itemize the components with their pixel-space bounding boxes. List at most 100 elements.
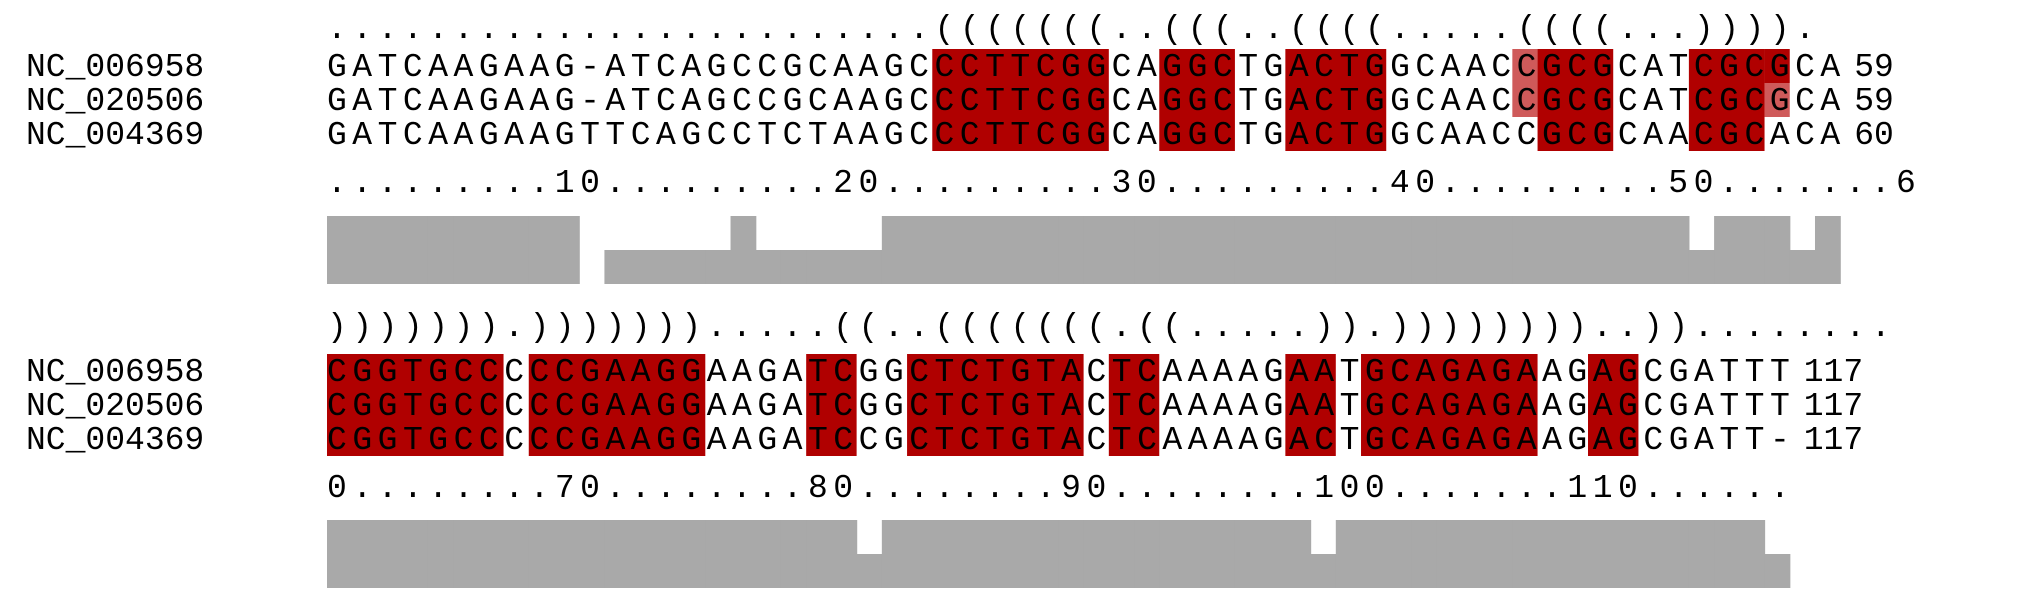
conservation-bar xyxy=(1487,216,1513,284)
position-ruler: 0........70........80........90........1… xyxy=(327,470,1790,507)
conservation-bar xyxy=(1361,216,1387,284)
conservation-bar xyxy=(881,216,908,284)
conservation-bar xyxy=(654,520,681,588)
conservation-bar xyxy=(982,216,1009,284)
conservation-bar xyxy=(1058,216,1085,284)
conservation-bar xyxy=(1461,520,1488,588)
conservation-bar xyxy=(1159,520,1186,588)
conservation-bar xyxy=(1714,216,1740,284)
conservation-bar xyxy=(1033,520,1059,588)
conservation-bar xyxy=(1361,520,1387,588)
conservation-bar xyxy=(806,250,832,284)
conservation-bar xyxy=(1764,216,1791,284)
conservation-bar xyxy=(402,520,429,588)
sequence-name: NC_020506 xyxy=(26,388,204,425)
conservation-bar xyxy=(1562,520,1589,588)
conservation-bar xyxy=(553,216,580,284)
conservation-bar xyxy=(1739,216,1766,284)
conservation-bar xyxy=(1411,520,1438,588)
conservation-bar xyxy=(1739,520,1766,588)
conservation-bar xyxy=(1033,216,1059,284)
alignment-block: ........................(((((((..(((..((… xyxy=(26,11,1916,284)
conservation-bar xyxy=(1663,520,1690,588)
conservation-bar xyxy=(503,520,530,588)
conservation-bar xyxy=(327,520,353,588)
conservation-bar xyxy=(881,520,908,588)
conservation-bar xyxy=(478,520,505,588)
conservation-bar xyxy=(1335,216,1362,284)
conservation-bar xyxy=(780,250,807,284)
conservation-bar xyxy=(1663,216,1690,284)
sequence-name: NC_004369 xyxy=(26,422,204,459)
conservation-bar xyxy=(1588,520,1614,588)
conservation-bar xyxy=(806,520,832,588)
conservation-bar xyxy=(1007,520,1034,588)
conservation-bar xyxy=(705,520,732,588)
conservation-track xyxy=(327,216,1841,284)
conservation-bar xyxy=(705,250,732,284)
conservation-bar xyxy=(402,216,429,284)
conservation-bar xyxy=(1234,520,1261,588)
conservation-bar xyxy=(604,250,631,284)
conservation-bar xyxy=(1386,520,1413,588)
conservation-bar xyxy=(982,520,1009,588)
conservation-bar xyxy=(1083,216,1110,284)
conservation-bar xyxy=(730,216,757,284)
conservation-bar xyxy=(1134,216,1160,284)
alignment-block: ))))))).))))))).....((..(((((((.((.....)… xyxy=(26,309,1891,588)
conservation-bar xyxy=(352,520,379,588)
conservation-bar xyxy=(932,216,959,284)
sequence-end-position: 59 xyxy=(1854,83,1894,120)
sequence-end-position: 117 xyxy=(1804,388,1863,425)
conservation-bar xyxy=(1234,216,1261,284)
conservation-bar xyxy=(478,216,505,284)
conservation-bar xyxy=(730,520,757,588)
conservation-bar xyxy=(377,520,404,588)
conservation-bar xyxy=(856,554,883,588)
conservation-bar xyxy=(579,520,606,588)
conservation-bar xyxy=(1386,216,1413,284)
conservation-bar xyxy=(1562,216,1589,284)
conservation-bar xyxy=(629,250,656,284)
conservation-bar xyxy=(629,520,656,588)
conservation-bar xyxy=(1436,216,1463,284)
conservation-bar xyxy=(1714,520,1740,588)
conservation-bar xyxy=(453,216,479,284)
sequence-end-position: 117 xyxy=(1804,422,1863,459)
conservation-bar xyxy=(1764,554,1791,588)
conservation-bar xyxy=(528,520,555,588)
sequence-name: NC_006958 xyxy=(26,49,204,86)
conservation-bar xyxy=(932,520,959,588)
conservation-bar xyxy=(755,250,782,284)
conservation-bar xyxy=(680,520,706,588)
conservation-bar xyxy=(1134,520,1160,588)
conservation-bar xyxy=(831,520,858,588)
conservation-bar xyxy=(1436,520,1463,588)
conservation-bar xyxy=(1814,216,1841,284)
conservation-bar xyxy=(503,216,530,284)
conservation-bar xyxy=(1260,216,1286,284)
conservation-bar xyxy=(856,250,883,284)
conservation-bar xyxy=(453,520,479,588)
conservation-bar xyxy=(1108,216,1135,284)
conservation-bar xyxy=(1335,520,1362,588)
conservation-bar xyxy=(1184,216,1211,284)
conservation-bar xyxy=(427,216,454,284)
conservation-bar xyxy=(604,520,631,588)
conservation-bar xyxy=(1638,520,1665,588)
conservation-bar xyxy=(1512,216,1539,284)
sequence-name: NC_006958 xyxy=(26,354,204,391)
alignment-view: ........................(((((((..(((..((… xyxy=(26,11,1916,588)
conservation-bar xyxy=(1638,216,1665,284)
conservation-bar xyxy=(1487,520,1513,588)
conservation-bar xyxy=(1184,520,1211,588)
sequence-name: NC_004369 xyxy=(26,117,204,154)
conservation-bar xyxy=(1411,216,1438,284)
conservation-bar xyxy=(1058,520,1085,588)
conservation-bar xyxy=(1108,520,1135,588)
conservation-bar xyxy=(1083,520,1110,588)
conservation-bar xyxy=(680,250,706,284)
conservation-bar xyxy=(654,250,681,284)
conservation-track xyxy=(327,520,1791,588)
position-ruler: .........10.........20.........30.......… xyxy=(327,165,1916,202)
